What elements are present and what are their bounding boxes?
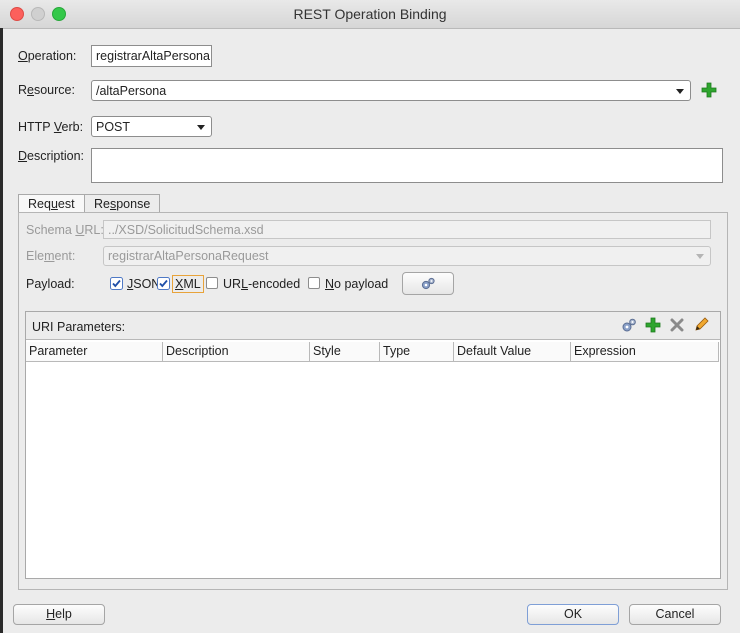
ok-button[interactable]: OK	[527, 604, 619, 625]
uri-parameters-header	[26, 312, 720, 340]
delete-icon[interactable]	[670, 318, 684, 332]
column-header-type[interactable]: Type	[380, 342, 454, 362]
tab-request[interactable]: Request	[18, 194, 85, 213]
resource-value: /altaPersona	[96, 84, 167, 98]
http-verb-label: HTTP Verb:	[18, 120, 84, 134]
uri-parameters-title: URI Parameters:	[32, 320, 126, 334]
column-header-description[interactable]: Description	[163, 342, 310, 362]
operation-label: Operation:	[18, 49, 77, 63]
resource-select[interactable]: /altaPersona	[91, 80, 691, 101]
element-value: registrarAltaPersonaRequest	[108, 249, 269, 263]
gears-icon	[421, 277, 435, 290]
url-encoded-label: URL-encoded	[223, 277, 301, 291]
operation-field[interactable]: registrarAltaPersona	[91, 45, 212, 67]
payload-label: Payload:	[26, 277, 75, 291]
no-payload-checkbox[interactable]	[308, 277, 320, 289]
description-textarea[interactable]	[91, 148, 723, 183]
xml-checkbox[interactable]	[157, 277, 170, 290]
no-payload-label: No payload	[325, 277, 389, 291]
http-verb-value: POST	[96, 120, 131, 134]
add-parameter-icon[interactable]	[645, 317, 661, 333]
schema-url-label: Schema URL:	[26, 223, 104, 237]
element-select: registrarAltaPersonaRequest	[103, 246, 711, 266]
column-header-default-value[interactable]: Default Value	[454, 342, 571, 362]
http-verb-select[interactable]: POST	[91, 116, 212, 137]
window-edge	[0, 28, 3, 633]
chevron-down-icon	[197, 125, 205, 130]
edit-pencil-icon[interactable]	[693, 316, 710, 333]
json-label: JSON	[127, 277, 161, 291]
payload-settings-button[interactable]	[402, 272, 454, 295]
gears-icon[interactable]	[620, 317, 637, 334]
schema-url-field: ../XSD/SolicitudSchema.xsd	[103, 220, 711, 239]
json-checkbox[interactable]	[110, 277, 123, 290]
window-title: REST Operation Binding	[293, 6, 447, 22]
cancel-button[interactable]: Cancel	[629, 604, 721, 625]
chevron-down-icon	[696, 254, 704, 259]
xml-label: XML	[172, 275, 204, 293]
column-header-expression[interactable]: Expression	[571, 342, 719, 362]
add-resource-icon[interactable]	[701, 82, 717, 98]
uri-parameters-table-body[interactable]	[26, 362, 720, 578]
tab-response[interactable]: Response	[84, 194, 161, 213]
element-label: Element:	[26, 249, 76, 263]
url-encoded-checkbox[interactable]	[206, 277, 218, 289]
help-button[interactable]: Help	[13, 604, 105, 625]
column-header-style[interactable]: Style	[310, 342, 380, 362]
chevron-down-icon	[676, 89, 684, 94]
description-label: Description:	[18, 149, 85, 163]
column-header-parameter[interactable]: Parameter	[26, 342, 163, 362]
resource-label: Resource:	[18, 83, 75, 97]
